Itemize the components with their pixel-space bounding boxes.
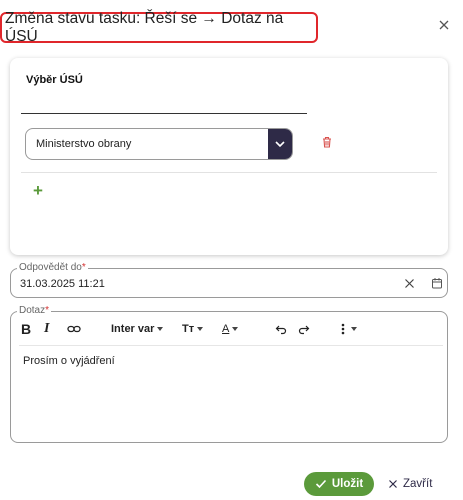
link-button[interactable] — [67, 320, 81, 338]
redo-icon — [298, 325, 310, 335]
chevron-down-icon — [351, 327, 357, 331]
bold-button[interactable]: B — [21, 320, 31, 338]
undo-button[interactable] — [275, 320, 287, 338]
cancel-button-label: Zavřít — [403, 478, 433, 490]
add-usu-button[interactable]: + — [33, 182, 47, 200]
link-icon — [67, 325, 81, 333]
more-icon — [341, 323, 345, 335]
close-icon — [389, 480, 397, 488]
text-color-label: A — [222, 323, 230, 335]
chevron-down-icon — [275, 141, 285, 148]
calendar-icon[interactable] — [431, 277, 443, 289]
more-options-dropdown[interactable] — [341, 320, 357, 338]
select-dropdown-button[interactable] — [268, 129, 292, 159]
card-title-underline — [21, 113, 307, 114]
deadline-label: Odpovědět do* — [17, 262, 88, 274]
clear-icon[interactable] — [404, 278, 415, 289]
usu-selection-card: Výběr ÚSÚ Ministerstvo obrany + — [10, 58, 448, 255]
question-label: Dotaz* — [17, 305, 52, 317]
trash-icon[interactable] — [320, 135, 334, 149]
deadline-value[interactable]: 31.03.2025 11:21 — [20, 278, 105, 290]
check-icon — [315, 479, 326, 489]
font-size-dropdown[interactable]: Tт — [182, 320, 204, 338]
dialog-title: Změna stavu tasku: Řeší se → Dotaz na ÚS… — [0, 9, 318, 45]
save-button-label: Uložit — [331, 478, 364, 490]
chevron-down-icon — [157, 327, 164, 331]
italic-button[interactable]: I — [44, 320, 49, 338]
font-family-label: Inter var — [111, 323, 155, 335]
toolbar-divider — [19, 345, 443, 346]
usu-select[interactable]: Ministerstvo obrany — [25, 128, 293, 160]
undo-icon — [275, 325, 287, 335]
dialog-title-text: Změna stavu tasku: Řeší se → Dotaz na ÚS… — [5, 9, 284, 45]
redo-button[interactable] — [298, 320, 310, 338]
chevron-down-icon — [232, 327, 239, 331]
close-icon[interactable] — [436, 17, 452, 33]
font-size-label: Tт — [182, 323, 195, 335]
cancel-button[interactable]: Zavřít — [388, 472, 448, 496]
question-text[interactable]: Prosím o vyjádření — [23, 355, 115, 367]
font-family-dropdown[interactable]: Inter var — [111, 320, 164, 338]
usu-select-value: Ministerstvo obrany — [36, 138, 132, 150]
card-title: Výběr ÚSÚ — [26, 74, 83, 86]
deadline-field[interactable]: Odpovědět do* 31.03.2025 11:21 — [10, 262, 448, 298]
editor-toolbar: B I Inter var Tт A — [11, 318, 447, 340]
chevron-down-icon — [197, 327, 204, 331]
text-color-dropdown[interactable]: A — [222, 320, 239, 338]
card-divider — [21, 172, 437, 173]
question-editor: Dotaz* B I Inter var Tт A Prosím o vyjád… — [10, 305, 448, 443]
save-button[interactable]: Uložit — [304, 472, 374, 496]
